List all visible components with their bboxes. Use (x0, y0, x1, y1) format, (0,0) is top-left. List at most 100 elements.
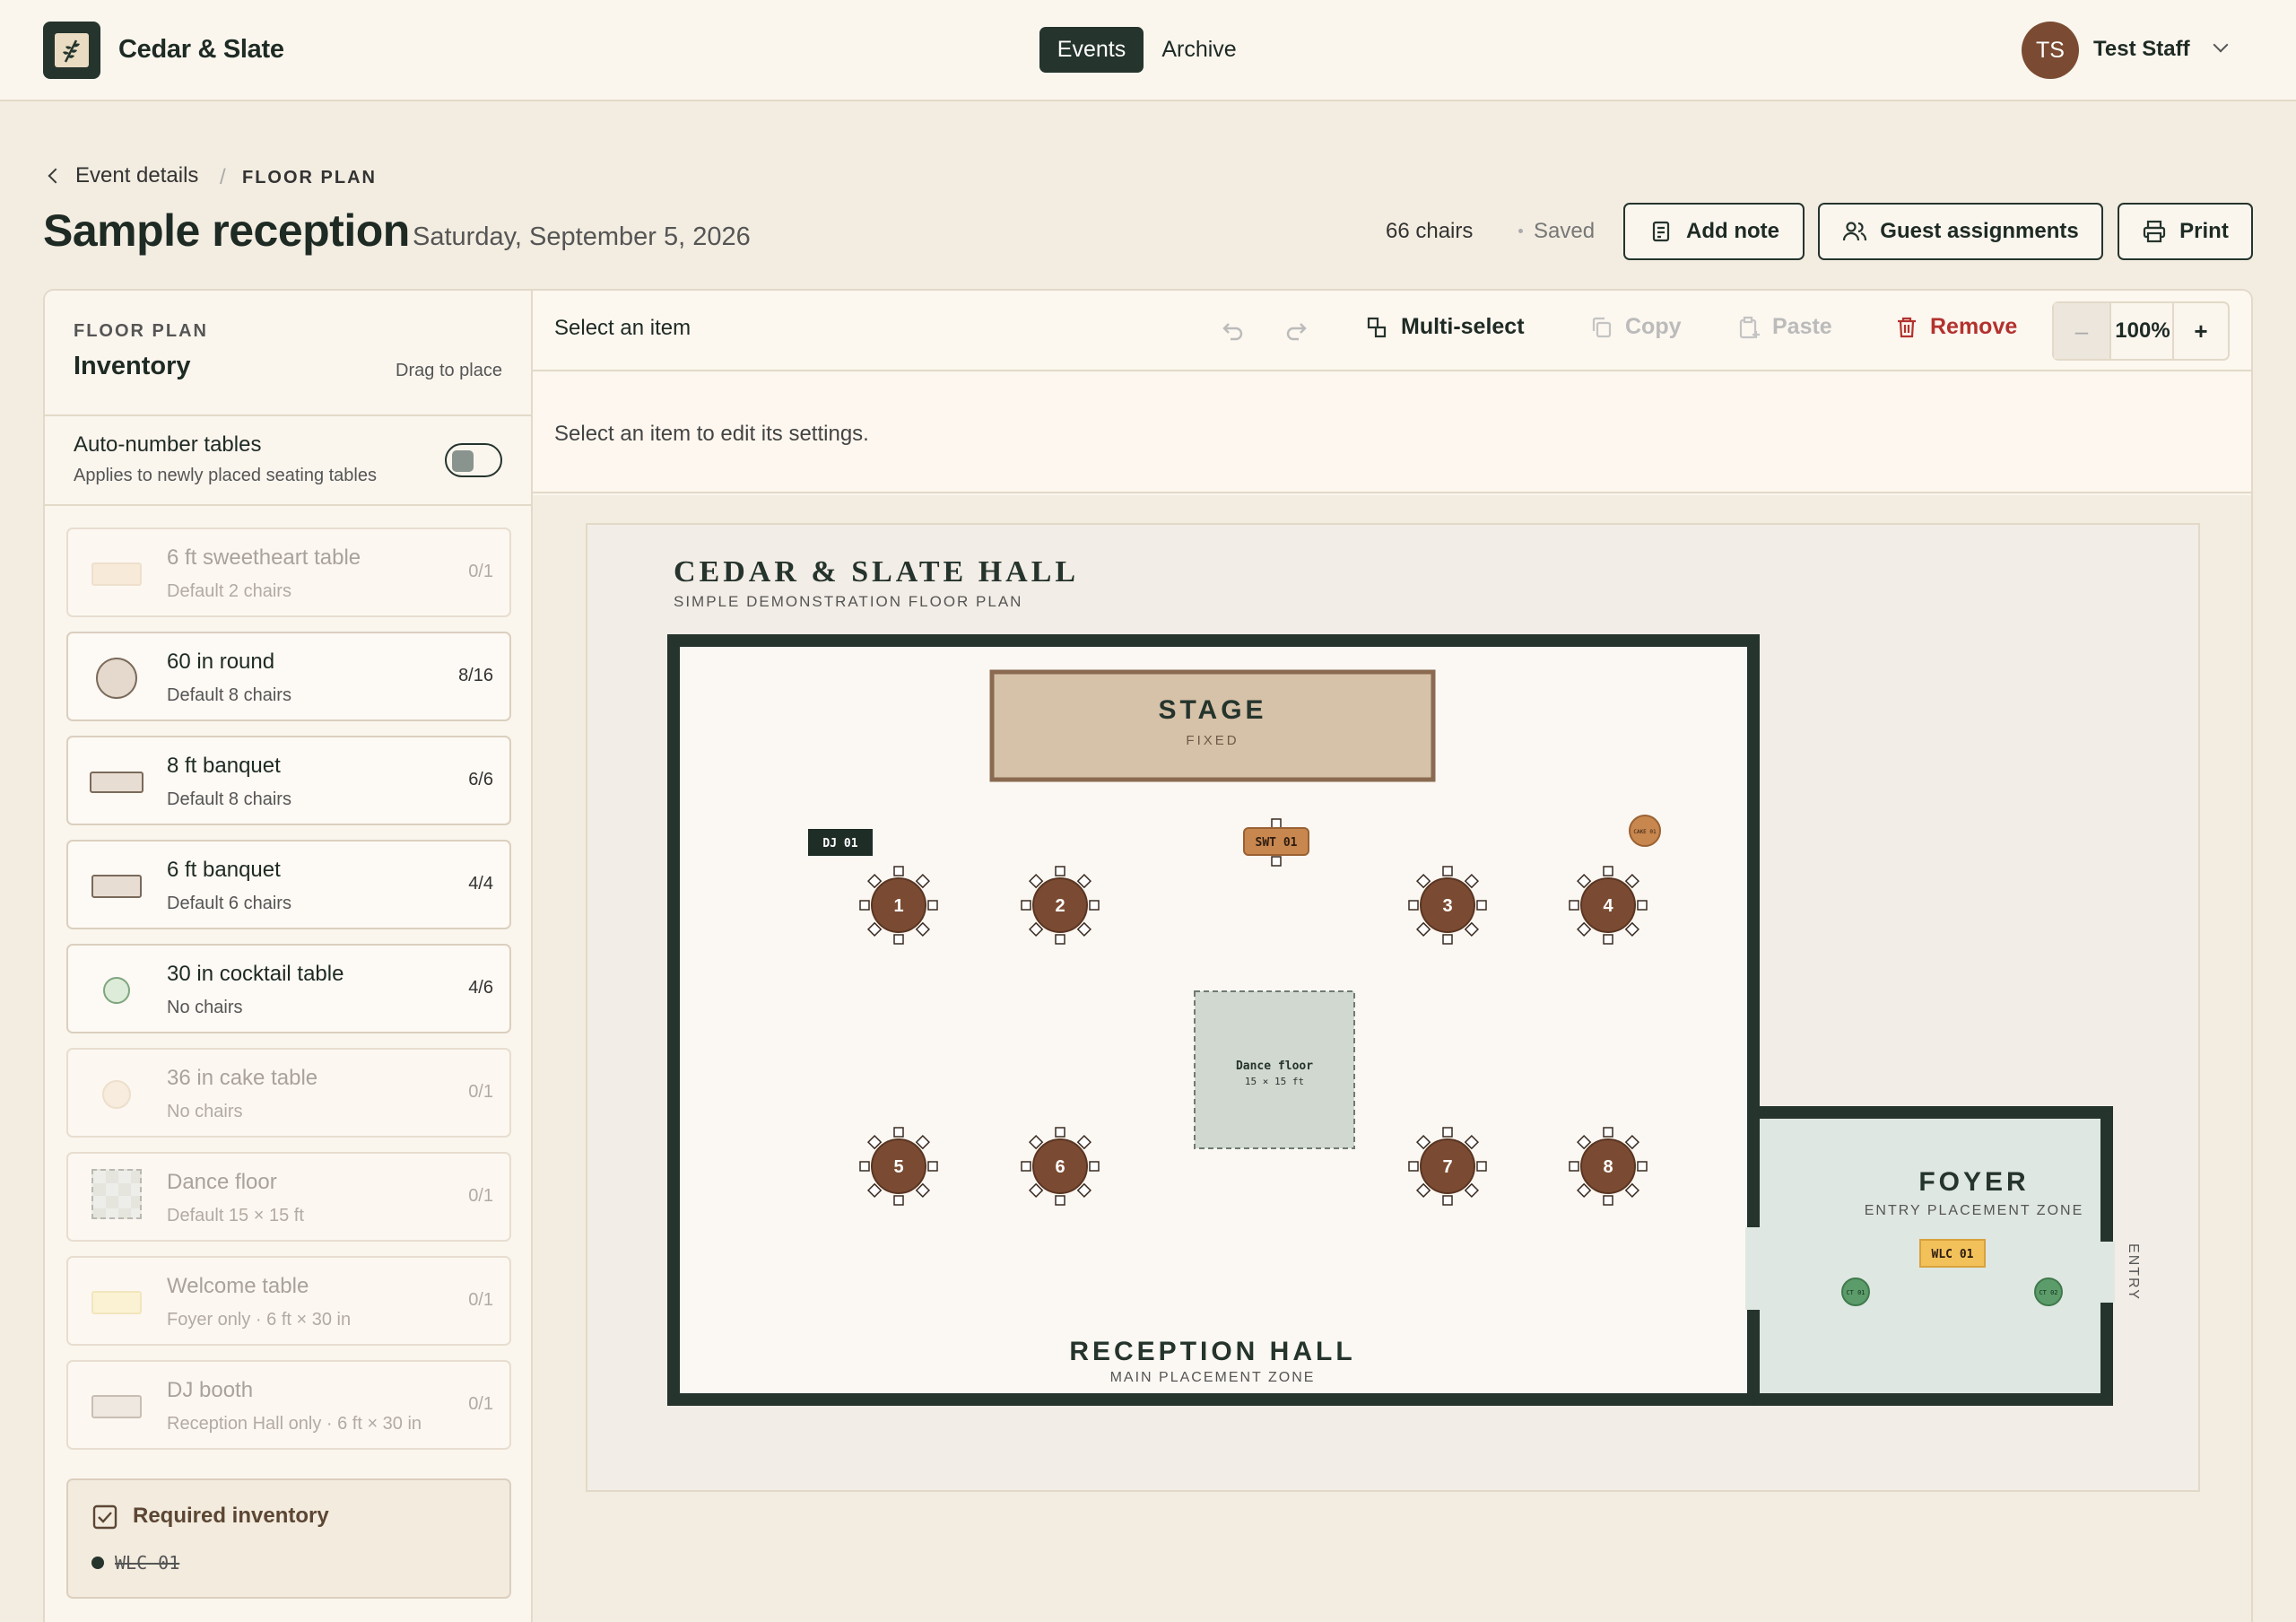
editor-toolbar: Select an item Multi-select Copy Paste R… (533, 291, 2251, 371)
table-number: 7 (1442, 1157, 1452, 1177)
required-inventory: Required inventory WLC 01 (66, 1478, 511, 1599)
inventory-item-6ft-banquet[interactable]: 6 ft banquet Default 6 chairs 4/4 (66, 840, 511, 929)
status-dot (91, 1557, 104, 1569)
auto-number-subtitle: Applies to newly placed seating tables (74, 466, 377, 485)
breadcrumb-event-details[interactable]: Event details (75, 163, 198, 188)
breadcrumb-separator: / (220, 165, 226, 189)
nav-events[interactable]: Events (1039, 27, 1144, 73)
hall-opening (1745, 1227, 1761, 1310)
note-icon (1652, 221, 1670, 242)
user-name[interactable]: Test Staff (2093, 37, 2190, 62)
divider (45, 504, 533, 506)
copy-button[interactable]: Copy (1589, 314, 1682, 340)
auto-number-toggle[interactable] (445, 443, 502, 477)
venue-subtitle: SIMPLE DEMONSTRATION FLOOR PLAN (674, 593, 1022, 610)
inventory-item-name: 6 ft sweetheart table (167, 545, 361, 570)
trash-icon (1898, 317, 1916, 337)
round-table-group[interactable]: 7 (1408, 1127, 1487, 1206)
inventory-item-8ft-banquet[interactable]: 8 ft banquet Default 8 chairs 6/6 (66, 736, 511, 825)
inventory-item-name: Dance floor (167, 1170, 277, 1194)
round-table-group[interactable]: 6 (1021, 1127, 1100, 1206)
guest-assignments-button[interactable]: Guest assignments (1818, 203, 2103, 260)
round-table-group[interactable]: 4 (1569, 866, 1648, 945)
multi-select-button[interactable]: Multi-select (1365, 314, 1525, 340)
zoom-in-button[interactable]: + (2172, 303, 2228, 359)
paste-button[interactable]: Paste (1736, 314, 1832, 340)
chair (1442, 934, 1453, 945)
dance-floor-size: 15 × 15 ft (1245, 1076, 1304, 1087)
round-table-group[interactable]: 5 (859, 1127, 938, 1206)
undo-icon[interactable] (1216, 318, 1245, 346)
stage-label: STAGE (1158, 695, 1266, 725)
chair (927, 1161, 938, 1172)
chair (859, 1161, 870, 1172)
inventory-item-count: 0/1 (468, 1082, 493, 1102)
inventory-item-count: 6/6 (468, 770, 493, 789)
back-chevron-icon[interactable] (48, 168, 64, 184)
round-table-group[interactable]: 2 (1021, 866, 1100, 945)
zoom-out-button[interactable]: – (2054, 303, 2111, 359)
round-table-group[interactable]: 8 (1569, 1127, 1648, 1206)
event-date: Saturday, September 5, 2026 (413, 222, 751, 251)
chair (893, 866, 904, 876)
inventory-item-dj-booth[interactable]: DJ booth Reception Hall only · 6 ft × 30… (66, 1360, 511, 1450)
chair (1021, 900, 1031, 911)
welcome-table-group[interactable]: WLC 01 (1919, 1239, 1986, 1268)
inventory-item-sweetheart[interactable]: 6 ft sweetheart table Default 2 chairs 0… (66, 528, 511, 617)
chair (1603, 1127, 1613, 1138)
inventory-item-sub: Reception Hall only · 6 ft × 30 in (167, 1414, 422, 1434)
inventory-item-cocktail[interactable]: 30 in cocktail table No chairs 4/6 (66, 944, 511, 1033)
divider (45, 414, 533, 416)
sweetheart-label: SWT 01 (1256, 836, 1298, 850)
inventory-item-sub: Default 8 chairs (167, 685, 291, 705)
chair (1603, 866, 1613, 876)
table-number: 3 (1442, 896, 1452, 916)
inventory-item-sub: Default 15 × 15 ft (167, 1206, 304, 1225)
table-number: 8 (1603, 1157, 1613, 1177)
print-button[interactable]: Print (2118, 203, 2253, 260)
round-table-group[interactable]: 1 (859, 866, 938, 945)
redo-icon[interactable] (1284, 318, 1313, 346)
multi-select-icon (1367, 317, 1387, 337)
sidebar-title: Inventory (74, 352, 191, 380)
cake-table-group[interactable]: CAKE 01 (1629, 815, 1661, 847)
floor-plan-canvas[interactable]: CEDAR & SLATE HALL SIMPLE DEMONSTRATION … (533, 495, 2253, 1622)
chair-count: 66 chairs (1386, 219, 1474, 243)
inventory-item-name: 36 in cake table (167, 1066, 318, 1090)
avatar[interactable]: TS (2022, 22, 2079, 79)
inventory-item-count: 8/16 (458, 666, 493, 685)
cocktail-table-group[interactable]: CT 01 (1841, 1278, 1870, 1306)
required-inventory-title: Required inventory (133, 1504, 329, 1528)
remove-button[interactable]: Remove (1894, 314, 2017, 340)
inventory-item-welcome[interactable]: Welcome table Foyer only · 6 ft × 30 in … (66, 1256, 511, 1346)
cake-table-icon (90, 1078, 144, 1111)
sidebar-hint: Drag to place (396, 361, 502, 380)
dance-floor-label: Dance floor (1236, 1060, 1313, 1073)
brand-logo[interactable] (43, 22, 100, 79)
chair (1089, 1161, 1100, 1172)
saved-status: Saved (1534, 219, 1596, 243)
chair (1637, 900, 1648, 911)
inventory-item-count: 4/4 (468, 874, 493, 894)
chevron-down-icon[interactable] (2213, 37, 2229, 53)
add-note-button[interactable]: Add note (1623, 203, 1805, 260)
inventory-item-count: 0/1 (468, 1394, 493, 1414)
chair (1055, 1195, 1065, 1206)
chair (1603, 934, 1613, 945)
breadcrumb-current: FLOOR PLAN (242, 168, 377, 187)
saved-indicator (1518, 229, 1523, 233)
dj-booth-group[interactable]: DJ 01 (808, 829, 873, 856)
paste-label: Paste (1772, 314, 1832, 339)
inventory-item-name: 6 ft banquet (167, 858, 281, 882)
cocktail-table-group[interactable]: CT 02 (2034, 1278, 2063, 1306)
inventory-item-dance-floor[interactable]: Dance floor Default 15 × 15 ft 0/1 (66, 1152, 511, 1242)
inventory-item-60-round[interactable]: 60 in round Default 8 chairs 8/16 (66, 632, 511, 721)
dance-floor-icon (90, 1169, 144, 1219)
nav-archive[interactable]: Archive (1150, 27, 1248, 73)
inventory-item-cake[interactable]: 36 in cake table No chairs 0/1 (66, 1048, 511, 1138)
round-table-group[interactable]: 3 (1408, 866, 1487, 945)
print-label: Print (2179, 219, 2229, 243)
entry-opening (2099, 1242, 2115, 1303)
paste-icon (1739, 316, 1760, 338)
inventory-item-sub: Foyer only · 6 ft × 30 in (167, 1310, 352, 1330)
